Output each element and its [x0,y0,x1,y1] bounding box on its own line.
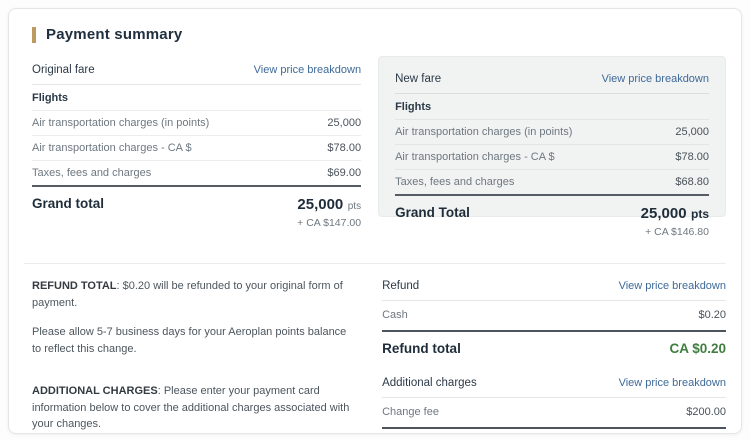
table-row: Change fee $200.00 [382,398,726,429]
refund-group: Refund View price breakdown Cash $0.20 R… [382,278,726,356]
refund-note-line: REFUND TOTAL: $0.20 will be refunded to … [32,278,355,311]
fare-comparison: Original fare View price breakdown Fligh… [24,56,726,238]
grand-total-points: 25,000 [297,196,344,213]
new-fare-section: New fare View price breakdown Flights Ai… [378,56,726,238]
table-row: Taxes, fees and charges $68.80 [395,170,709,196]
table-row: Air transportation charges (in points) 2… [32,111,362,136]
row-label: Cash [382,309,408,321]
original-fare-title: Original fare [32,64,95,76]
row-label: Taxes, fees and charges [395,176,515,188]
additional-charges-breakdown-link[interactable]: View price breakdown [619,377,726,389]
grand-total-cash: + CA $146.80 [645,226,709,238]
new-fare-breakdown-link[interactable]: View price breakdown [602,73,709,85]
breakdown-section: Refund View price breakdown Cash $0.20 R… [378,278,726,433]
table-row: Taxes, fees and charges $69.00 [32,161,362,187]
additional-charges-group: Additional charges View price breakdown … [382,375,726,433]
row-value: $68.80 [675,176,709,188]
grand-total-values: 25,000 pts + CA $147.00 [297,196,361,229]
row-label: Air transportation charges - CA $ [32,142,192,154]
refund-and-charges: REFUND TOTAL: $0.20 will be refunded to … [24,278,726,433]
additional-charges-note-line: ADDITIONAL CHARGES: Please enter your pa… [32,383,355,433]
page-title: Payment summary [46,26,183,43]
row-label: Air transportation charges (in points) [32,117,210,129]
additional-charges-header: Additional charges View price breakdown [382,375,726,398]
row-value: $200.00 [686,406,726,418]
table-row: Air transportation charges - CA $ $78.00 [395,145,709,170]
refund-total-label: Refund total [382,341,461,356]
section-divider [24,263,726,264]
row-value: 25,000 [675,126,709,138]
additional-charges-title: Additional charges [382,377,477,389]
grand-total-cash: + CA $147.00 [297,217,362,229]
row-value: $78.00 [675,151,709,163]
row-value: $78.00 [327,142,362,154]
accent-bar-icon [32,26,36,43]
original-fare-section: Original fare View price breakdown Fligh… [24,56,365,229]
additional-charges-note-title: ADDITIONAL CHARGES [32,385,158,397]
row-label: Air transportation charges (in points) [395,126,573,138]
grand-total-points-unit: pts [691,207,709,221]
original-fare-breakdown-link[interactable]: View price breakdown [254,64,361,76]
table-row: Air transportation charges - CA $ $78.00 [32,136,362,161]
grand-total-points-unit: pts [347,201,362,212]
payment-summary-card: Payment summary Original fare View price… [8,8,742,434]
original-fare-grand-total: Grand total 25,000 pts + CA $147.00 [32,187,361,229]
row-label: Change fee [382,406,439,418]
grand-total-label: Grand total [32,196,105,211]
row-label: Air transportation charges - CA $ [395,151,555,163]
row-label: Taxes, fees and charges [32,167,152,179]
refund-total-row: Refund total CA $0.20 [382,332,726,356]
grand-total-label: Grand Total [395,205,470,220]
new-fare-grand-total: Grand Total 25,000 pts + CA $146.80 [395,196,709,238]
row-value: $69.00 [327,167,362,179]
refund-breakdown-link[interactable]: View price breakdown [619,280,726,292]
additional-charges-total-row: Additional charges - total CA $200.00 [382,429,726,433]
notes-section: REFUND TOTAL: $0.20 will be refunded to … [24,278,365,433]
row-value: 25,000 [327,117,362,129]
refund-title: Refund [382,280,420,292]
row-value: $0.20 [698,309,726,321]
table-row: Cash $0.20 [382,301,726,332]
table-row: Air transportation charges (in points) 2… [395,120,709,145]
refund-header: Refund View price breakdown [382,278,726,301]
aeroplan-note: Please allow 5-7 business days for your … [32,326,347,355]
new-fare-title: New fare [395,73,442,85]
new-fare-flights-label: Flights [395,94,709,120]
refund-total-value: CA $0.20 [669,341,726,356]
original-fare-header: Original fare View price breakdown [32,56,362,85]
original-fare-flights-label: Flights [32,85,362,111]
grand-total-values: 25,000 pts + CA $146.80 [641,205,709,238]
refund-note-title: REFUND TOTAL [32,280,117,292]
new-fare-header: New fare View price breakdown [395,69,709,94]
page-header: Payment summary [32,26,726,43]
grand-total-points: 25,000 [640,205,687,222]
